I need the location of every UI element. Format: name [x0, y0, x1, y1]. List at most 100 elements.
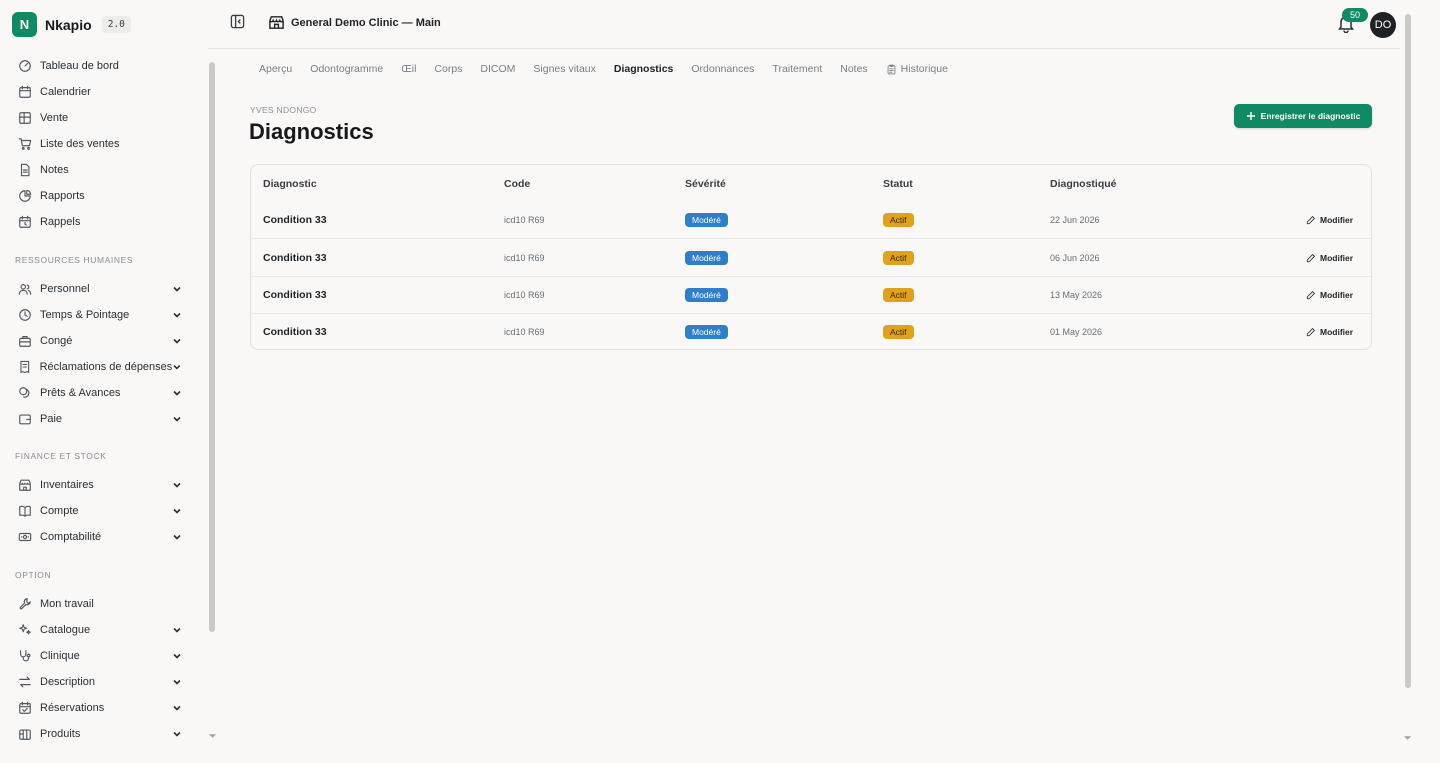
sidebar-item-clinique[interactable]: Clinique: [12, 643, 188, 669]
sidebar-item-vente[interactable]: Vente: [12, 105, 188, 131]
sidebar-item-liste-des-ventes[interactable]: Liste des ventes: [12, 131, 188, 157]
wrench-icon: [19, 598, 31, 610]
sidebar-scrollbar[interactable]: [209, 62, 215, 632]
tab-label: Œil: [401, 63, 417, 75]
calendar-check-icon: [19, 701, 31, 714]
scroll-down-arrow-icon[interactable]: [208, 733, 217, 739]
chevron-down-icon[interactable]: [172, 677, 182, 687]
chevron-down-icon[interactable]: [172, 336, 182, 346]
pencil-icon: [1306, 328, 1315, 337]
main-scroll-down-arrow-icon[interactable]: [1403, 735, 1412, 741]
chevron-down-icon[interactable]: [172, 362, 182, 372]
chevron-down-icon[interactable]: [172, 388, 182, 398]
sidebar-item-compte[interactable]: Compte: [12, 498, 188, 524]
edit-label: Modifier: [1320, 327, 1354, 338]
sidebar-toggle-icon[interactable]: [230, 14, 245, 29]
column-header-statut: Statut: [883, 178, 913, 190]
tab-label: Ordonnances: [691, 63, 755, 75]
sidebar-item-tableau-de-bord[interactable]: Tableau de bord: [12, 53, 188, 79]
plus-icon: [1246, 112, 1255, 120]
diagnosis-code: icd10 R69: [504, 214, 545, 225]
sidebar-item-personnel[interactable]: Personnel: [12, 276, 188, 302]
table-cell: Modéré: [685, 314, 728, 351]
main-scrollbar[interactable]: [1405, 14, 1411, 688]
sidebar-item-label: Produits: [40, 728, 81, 740]
column-header-code: Code: [504, 178, 531, 190]
column-header-diagnostique: Diagnostiqué: [1050, 178, 1117, 190]
sidebar-item-reclamations-de-depenses[interactable]: Réclamations de dépenses: [12, 354, 188, 380]
edit-button[interactable]: Modifier: [1306, 314, 1353, 351]
pie-chart-icon: [19, 189, 32, 202]
chevron-down-icon[interactable]: [172, 310, 182, 320]
sidebar-item-label: Vente: [40, 112, 69, 124]
clipboard-icon: [887, 64, 896, 74]
diagnosis-name: Condition 33: [263, 251, 327, 264]
clinic-selector[interactable]: General Demo Clinic — Main: [268, 14, 441, 31]
chevron-down-icon[interactable]: [172, 651, 182, 661]
tab-diagnostics[interactable]: Diagnostics: [605, 63, 683, 75]
save-diagnosis-button[interactable]: Enregistrer le diagnostic: [1234, 104, 1372, 128]
diagnosed-date: 22 Jun 2026: [1050, 214, 1100, 225]
tab-historique[interactable]: Historique: [877, 63, 957, 75]
edit-button[interactable]: Modifier: [1306, 277, 1353, 314]
chevron-down-icon[interactable]: [172, 532, 182, 542]
sidebar-item-rapports[interactable]: Rapports: [12, 183, 188, 209]
chevron-down-icon[interactable]: [172, 625, 182, 635]
package-icon: [19, 729, 31, 740]
sidebar-item-notes[interactable]: Notes: [12, 157, 188, 183]
sidebar-item-inventaires[interactable]: Inventaires: [12, 472, 188, 498]
table-cell: 22 Jun 2026: [1050, 201, 1100, 238]
brand[interactable]: N Nkapio 2.0: [12, 12, 131, 37]
sidebar-item-reservations[interactable]: Réservations: [12, 695, 188, 721]
sidebar-item-comptabilite[interactable]: Comptabilité: [12, 524, 188, 550]
sidebar-item-prets-avances[interactable]: Prêts & Avances: [12, 380, 188, 406]
tab-il[interactable]: Œil: [392, 63, 425, 75]
chevron-down-icon[interactable]: [172, 414, 182, 424]
chevron-down-icon[interactable]: [172, 480, 182, 490]
diagnosis-code: icd10 R69: [504, 327, 545, 338]
sidebar-item-label: Congé: [40, 335, 73, 347]
tab-notes[interactable]: Notes: [831, 63, 876, 75]
sidebar-item-mon-travail[interactable]: Mon travail: [12, 591, 188, 617]
chevron-down-icon[interactable]: [172, 703, 182, 713]
chevron-down-icon[interactable]: [172, 506, 182, 516]
edit-button[interactable]: Modifier: [1306, 201, 1353, 238]
tab-dicom[interactable]: DICOM: [471, 63, 524, 75]
chevron-down-icon[interactable]: [172, 284, 182, 294]
severity-badge: Modéré: [685, 212, 728, 227]
sidebar-item-label: Notes: [40, 164, 69, 176]
tab-apercu[interactable]: Aperçu: [250, 63, 301, 75]
sidebar-item-temps-pointage[interactable]: Temps & Pointage: [12, 302, 188, 328]
cart-icon: [18, 138, 32, 150]
tab-traitement[interactable]: Traitement: [763, 63, 831, 75]
chevron-down-icon[interactable]: [172, 729, 182, 739]
tab-signes-vitaux[interactable]: Signes vitaux: [524, 63, 604, 75]
diagnosis-name: Condition 33: [263, 213, 327, 226]
wallet-icon: [19, 414, 31, 425]
table-row: Condition 33 icd10 R69 Modéré Actif 01 May 2…: [251, 312, 1371, 351]
pencil-icon: [1306, 291, 1315, 300]
tab-ordonnances[interactable]: Ordonnances: [682, 63, 763, 75]
edit-button[interactable]: Modifier: [1306, 239, 1353, 276]
sidebar-item-calendrier[interactable]: Calendrier: [12, 79, 188, 105]
tab-corps[interactable]: Corps: [425, 63, 471, 75]
avatar[interactable]: DO: [1370, 12, 1396, 38]
sidebar-item-label: Temps & Pointage: [40, 309, 130, 321]
sidebar-item-label: Compte: [40, 505, 79, 517]
edit-label: Modifier: [1320, 214, 1354, 225]
table-cell: 01 May 2026: [1050, 314, 1102, 351]
status-badge: Actif: [883, 288, 914, 303]
sidebar-item-produits[interactable]: Produits: [12, 721, 188, 747]
sidebar-item-conge[interactable]: Congé: [12, 328, 188, 354]
banknote-icon: [18, 532, 32, 542]
table-cell: Actif: [883, 201, 914, 238]
sidebar-item-description[interactable]: Description: [12, 669, 188, 695]
sidebar-item-rappels[interactable]: Rappels: [12, 209, 188, 235]
briefcase-icon: [19, 336, 31, 347]
table-cell: Modéré: [685, 239, 728, 276]
sidebar-item-paie[interactable]: Paie: [12, 406, 188, 432]
tab-odontogramme[interactable]: Odontogramme: [301, 63, 392, 75]
severity-badge: Modéré: [685, 325, 728, 340]
tab-label: Diagnostics: [613, 63, 674, 75]
sidebar-item-catalogue[interactable]: Catalogue: [12, 617, 188, 643]
